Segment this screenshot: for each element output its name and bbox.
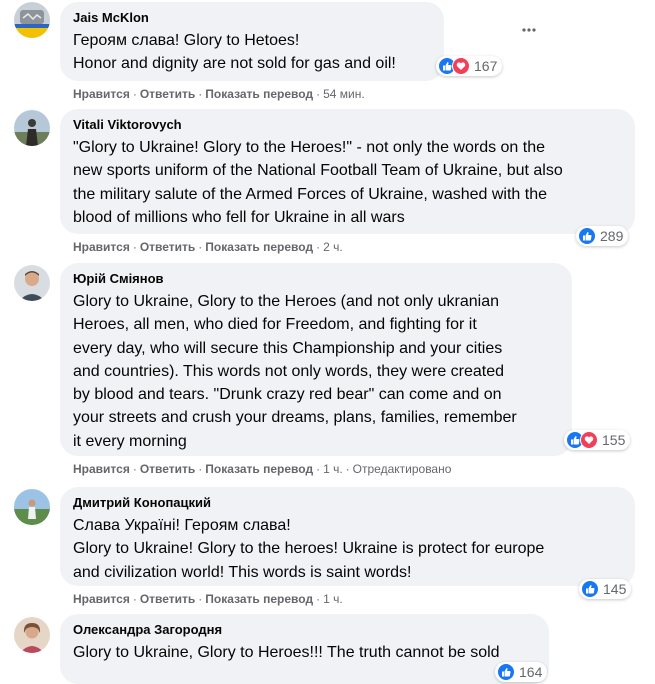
comment-line: blood of millions who fell for Ukraine i…: [73, 208, 405, 226]
comment-time[interactable]: 1 ч.: [323, 462, 343, 476]
comment-text: Слава Україні! Героям слава! Glory to Uk…: [73, 514, 627, 584]
comment-line: by blood and tears. "Drunk crazy red bea…: [73, 386, 502, 404]
avatar[interactable]: [14, 617, 50, 653]
reaction-count: 145: [603, 581, 627, 597]
like-link[interactable]: Нравится: [73, 240, 130, 254]
reply-link[interactable]: Ответить: [140, 592, 195, 606]
reply-link[interactable]: Ответить: [140, 87, 195, 101]
comment-bubble: Юрій Сміянов Glory to Ukraine, Glory to …: [60, 263, 572, 456]
comment-line: your streets and crush your dreams, plan…: [73, 409, 517, 427]
like-link[interactable]: Нравится: [73, 592, 130, 606]
separator: ·: [316, 87, 321, 101]
comment-line: "Glory to Ukraine! Glory to the Heroes!"…: [73, 139, 546, 156]
more-horizontal-icon: [522, 28, 536, 32]
avatar[interactable]: [14, 489, 50, 525]
comment-line: every day, who will secure this Champion…: [73, 339, 503, 357]
separator: ·: [132, 87, 137, 101]
reactions-summary[interactable]: 164: [495, 662, 548, 682]
comment-line: Glory to Ukraine, Glory to Heroes!!! The…: [73, 644, 500, 661]
like-link[interactable]: Нравится: [73, 462, 130, 476]
reaction-count: 164: [519, 664, 543, 680]
comment-line: Героям слава! Glory to Hetoes!: [73, 32, 300, 49]
thumbs-up-icon: [581, 580, 599, 598]
separator: ·: [345, 462, 350, 476]
avatar[interactable]: [14, 110, 50, 146]
comment-bubble: Vitali Viktorovych "Glory to Ukraine! Gl…: [60, 109, 635, 234]
comment-text: "Glory to Ukraine! Glory to the Heroes!"…: [73, 136, 627, 229]
thumbs-up-icon: [578, 227, 596, 245]
comment-author[interactable]: Дмитрий Конопацкий: [73, 495, 211, 510]
comment-line: the military salute of the Armed Forces …: [73, 185, 547, 203]
translate-link[interactable]: Показать перевод: [205, 87, 313, 101]
comment-actions: Нравится · Ответить · Показать перевод · 54 ми…: [73, 87, 365, 101]
separator: ·: [316, 592, 321, 606]
comment-text: Glory to Ukraine, Glory to the Heroes (a…: [73, 290, 564, 453]
more-options-button[interactable]: [521, 22, 537, 38]
translate-link[interactable]: Показать перевод: [205, 462, 313, 476]
reply-link[interactable]: Ответить: [140, 462, 195, 476]
translate-link[interactable]: Показать перевод: [205, 240, 313, 254]
comment-bubble: Jais McKlon Героям слава! Glory to Hetoe…: [60, 2, 444, 81]
comment-author[interactable]: Vitali Viktorovych: [73, 117, 182, 132]
comment-line: Heroes, all men, who died for Freedom, a…: [73, 316, 477, 334]
separator: ·: [198, 240, 203, 254]
comment-bubble: Олександра Загородня Glory to Ukraine, G…: [60, 614, 549, 684]
separator: ·: [316, 240, 321, 254]
separator: ·: [132, 240, 137, 254]
reaction-count: 167: [474, 58, 498, 74]
comment-author[interactable]: Jais McKlon: [73, 10, 149, 25]
separator: ·: [198, 87, 203, 101]
comment-line: Glory to Ukraine! Glory to the heroes! U…: [73, 540, 545, 558]
comment-line: and countries). This words not only word…: [73, 362, 505, 380]
heart-icon: [580, 431, 598, 449]
like-link[interactable]: Нравится: [73, 87, 130, 101]
reaction-count: 155: [602, 432, 626, 448]
comment-time[interactable]: 2 ч.: [323, 240, 343, 254]
comment-author[interactable]: Олександра Загородня: [73, 622, 222, 637]
separator: ·: [198, 592, 203, 606]
comment-line: new sports uniform of the National Footb…: [73, 162, 563, 180]
comment-author[interactable]: Юрій Сміянов: [73, 271, 164, 286]
reactions-summary[interactable]: 155: [564, 430, 631, 450]
comment-actions: Нравится · Ответить · Показать перевод · 1 ч.: [73, 592, 343, 606]
translate-link[interactable]: Показать перевод: [205, 592, 313, 606]
separator: ·: [198, 462, 203, 476]
separator: ·: [132, 462, 137, 476]
comment-line: it every morning: [73, 432, 187, 450]
separator: ·: [132, 592, 137, 606]
comment-time[interactable]: 1 ч.: [323, 592, 343, 606]
separator: ·: [316, 462, 321, 476]
comment-text: Героям слава! Glory to Hetoes! Honor and…: [73, 29, 436, 76]
avatar[interactable]: [14, 2, 50, 38]
comment-line: Слава Україні! Героям слава!: [73, 517, 291, 534]
comment-actions: Нравится · Ответить · Показать перевод · 1 ч. ·…: [73, 462, 451, 476]
avatar[interactable]: [14, 265, 50, 301]
reaction-count: 289: [600, 228, 624, 244]
reactions-summary[interactable]: 145: [579, 579, 632, 599]
comment-time[interactable]: 54 мин.: [323, 87, 365, 101]
thumbs-up-icon: [497, 663, 515, 681]
reactions-summary[interactable]: 167: [436, 56, 503, 76]
edited-label: Отредактировано: [352, 462, 452, 476]
comment-line: Glory to Ukraine, Glory to the Heroes (a…: [73, 293, 499, 310]
reply-link[interactable]: Ответить: [140, 240, 195, 254]
comment-line: and civilization world! This words is sa…: [73, 563, 412, 581]
comment-bubble: Дмитрий Конопацкий Слава Україні! Героям…: [60, 487, 635, 586]
comment-text: Glory to Ukraine, Glory to Heroes!!! The…: [73, 641, 541, 664]
comment-actions: Нравится · Ответить · Показать перевод · 2 ч.: [73, 240, 343, 254]
heart-icon: [452, 57, 470, 75]
comment-line: Honor and dignity are not sold for gas a…: [73, 55, 396, 73]
reactions-summary[interactable]: 289: [576, 226, 629, 246]
